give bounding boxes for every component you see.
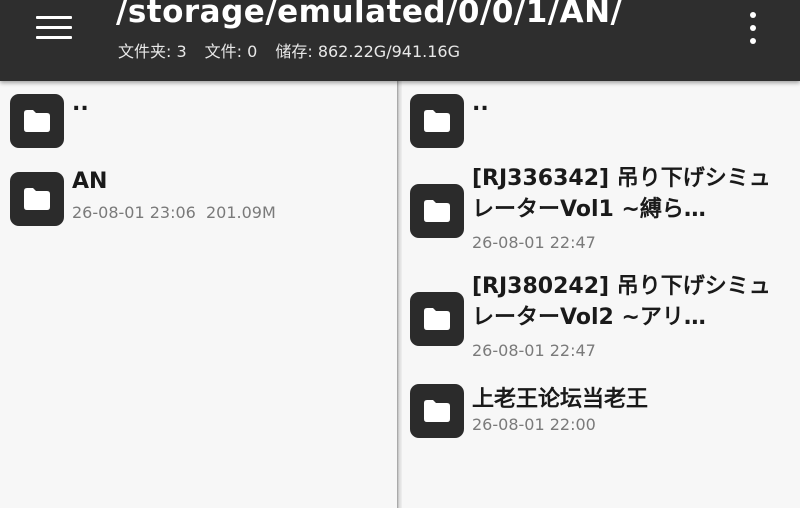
- list-item[interactable]: [RJ380242] 吊り下げシミュレーターVol2 ~アリ… 26-08-01…: [402, 271, 800, 361]
- right-pane[interactable]: .. [RJ336342] 吊り下げシミュレーターVol1 ~縛ら… 26-08…: [402, 81, 800, 508]
- item-name: AN: [72, 169, 108, 194]
- item-size: 201.09M: [206, 203, 276, 222]
- parent-directory-row[interactable]: ..: [402, 91, 800, 149]
- directory-stats: 文件夹: 3 文件: 0 储存: 862.22G/941.16G: [118, 38, 478, 62]
- parent-directory-row[interactable]: ..: [0, 91, 397, 149]
- folder-count: 文件夹: 3: [118, 42, 187, 61]
- folder-icon: [10, 94, 64, 148]
- menu-button[interactable]: [30, 10, 78, 44]
- storage-usage: 储存: 862.22G/941.16G: [275, 42, 460, 61]
- parent-dir-label: ..: [472, 91, 489, 116]
- folder-icon: [410, 184, 464, 238]
- folder-icon: [410, 94, 464, 148]
- app-bar: /storage/emulated/0/0/1/AN/ 文件夹: 3 文件: 0 储…: [0, 0, 800, 81]
- list-item[interactable]: 上老王论坛当老王 26-08-01 22:00: [402, 381, 800, 441]
- item-name: [RJ336342] 吊り下げシミュレーターVol1 ~縛ら…: [472, 166, 771, 222]
- item-name: 上老王论坛当老王: [472, 387, 649, 412]
- folder-icon: [410, 384, 464, 438]
- folder-icon: [10, 172, 64, 226]
- more-options-button[interactable]: [738, 10, 768, 46]
- list-item[interactable]: AN 26-08-01 23:06 201.09M: [0, 169, 397, 229]
- current-path: /storage/emulated/0/0/1/AN/: [116, 0, 623, 30]
- item-name: [RJ380242] 吊り下げシミュレーターVol2 ~アリ…: [472, 274, 771, 330]
- item-meta: 26-08-01 23:06 201.09M: [72, 203, 276, 222]
- file-count: 文件: 0: [204, 42, 258, 61]
- list-item[interactable]: [RJ336342] 吊り下げシミュレーターVol1 ~縛ら… 26-08-01…: [402, 163, 800, 253]
- item-date: 26-08-01 22:47: [472, 233, 596, 252]
- item-date: 26-08-01 22:47: [472, 341, 596, 360]
- item-date: 26-08-01 22:00: [472, 415, 596, 434]
- parent-dir-label: ..: [72, 91, 89, 116]
- item-date: 26-08-01 23:06: [72, 203, 196, 222]
- folder-icon: [410, 292, 464, 346]
- left-pane[interactable]: .. AN 26-08-01 23:06 201.09M: [0, 81, 397, 508]
